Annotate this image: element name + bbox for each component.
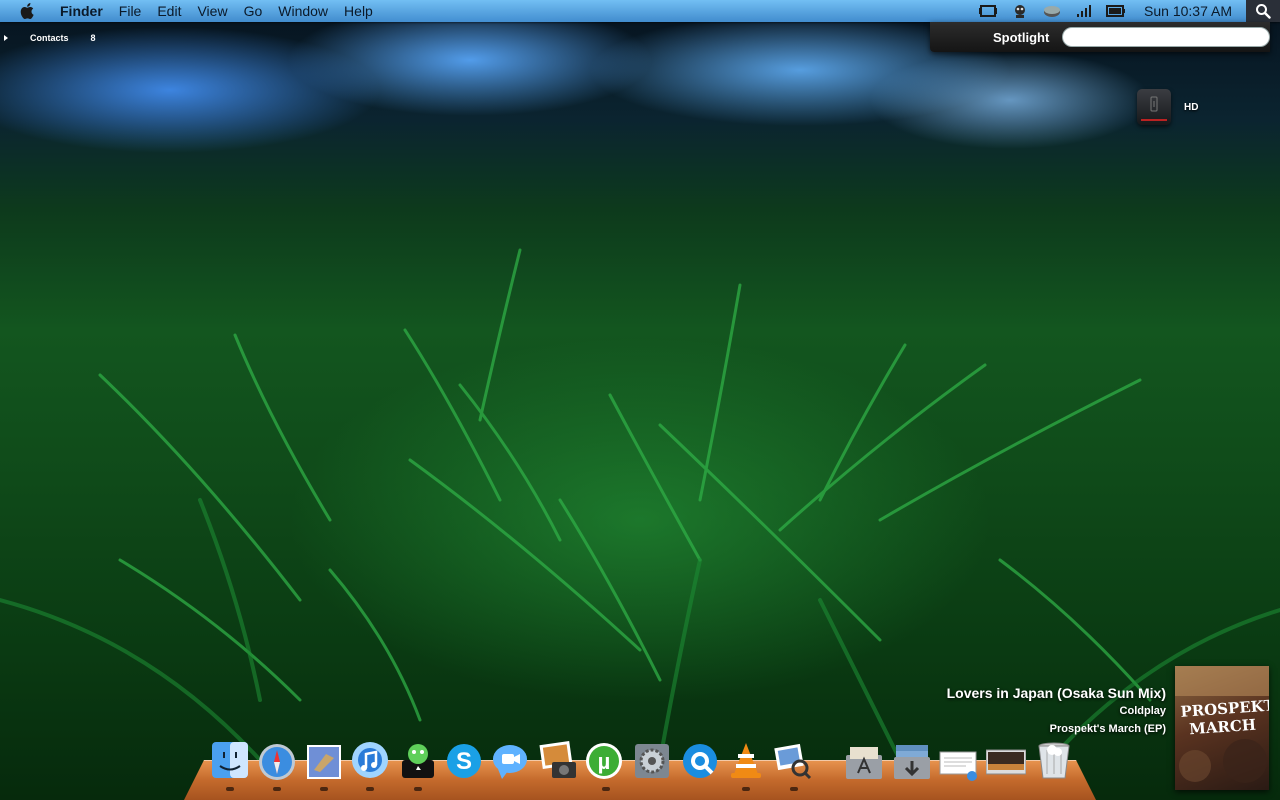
contacts-count: 8 [90, 33, 96, 43]
contacts-label: Contacts [30, 33, 69, 43]
iphoto-icon[interactable] [538, 740, 578, 782]
menubar-clock[interactable]: Sun 10:37 AM [1144, 3, 1232, 19]
screenshots-stack-icon[interactable] [985, 742, 1027, 784]
track-artist: Coldplay [1119, 705, 1166, 717]
contacts-widget[interactable]: Contacts 8 [4, 33, 96, 43]
menu-go[interactable]: Go [236, 0, 271, 22]
menu-file[interactable]: File [111, 0, 150, 22]
track-album: Prospekt's March (EP) [1049, 723, 1166, 735]
hd-label: HD [1184, 101, 1199, 113]
utorrent-icon[interactable]: µ [584, 741, 624, 783]
menu-bar: Finder File Edit View Go Window Help Sun… [0, 0, 1280, 22]
desktop-hd-item[interactable]: HD [1137, 89, 1198, 125]
safari-icon[interactable] [257, 742, 297, 784]
album-art[interactable]: PROSPEKT'S MARCH [1175, 666, 1269, 790]
documents-stack-icon[interactable] [938, 742, 978, 784]
menu-help[interactable]: Help [336, 0, 381, 22]
battery-icon[interactable] [1106, 3, 1126, 19]
finder-icon[interactable] [210, 740, 250, 782]
adium-icon[interactable] [398, 740, 438, 782]
hard-drive-icon[interactable] [1137, 89, 1171, 125]
disclosure-triangle-icon[interactable] [4, 35, 8, 41]
mail-icon[interactable] [304, 742, 344, 784]
menu-view[interactable]: View [189, 0, 235, 22]
svg-text:S: S [456, 748, 472, 775]
menu-app-finder[interactable]: Finder [52, 0, 111, 22]
wallpaper-grass [0, 248, 1280, 762]
apple-menu-icon[interactable] [18, 1, 38, 21]
display-icon[interactable] [978, 3, 998, 19]
spotlight-label: Spotlight [993, 29, 1050, 45]
vlc-icon[interactable] [726, 740, 766, 782]
menu-edit[interactable]: Edit [149, 0, 189, 22]
track-title: Lovers in Japan (Osaka Sun Mix) [946, 685, 1166, 701]
spotlight-search-input[interactable] [1061, 27, 1270, 47]
ichat-icon[interactable] [490, 741, 530, 783]
now-playing-widget: Lovers in Japan (Osaka Sun Mix) Coldplay… [947, 684, 1166, 738]
menu-window[interactable]: Window [270, 0, 336, 22]
robot-icon[interactable] [1010, 3, 1030, 19]
signal-bars-icon[interactable] [1074, 3, 1094, 19]
svg-text:µ: µ [598, 749, 611, 774]
spotlight-search-icon[interactable] [1246, 0, 1280, 22]
mixer-icon[interactable] [1042, 3, 1062, 19]
quicktime-icon[interactable] [680, 741, 720, 783]
spotlight-panel: Spotlight [930, 22, 1270, 52]
preview-icon[interactable] [772, 740, 812, 782]
applications-folder-icon[interactable] [844, 741, 884, 783]
skype-icon[interactable]: S [444, 741, 484, 783]
itunes-icon[interactable] [350, 740, 390, 782]
downloads-folder-icon[interactable] [892, 741, 932, 783]
album-art-text: PROSPEKT'S MARCH [1179, 695, 1269, 739]
system-preferences-icon[interactable] [632, 741, 672, 783]
trash-icon[interactable] [1034, 740, 1074, 782]
